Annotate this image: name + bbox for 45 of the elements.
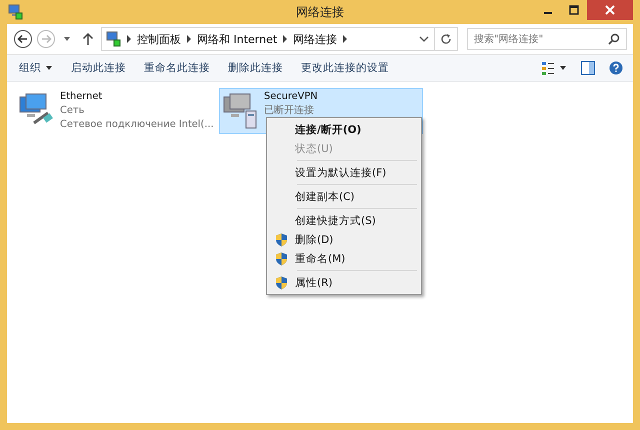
connection-name: Ethernet bbox=[60, 90, 102, 104]
breadcrumb[interactable]: 控制面板 bbox=[137, 32, 181, 46]
connection-name: SecureVPN bbox=[264, 90, 318, 104]
refresh-icon bbox=[440, 33, 452, 45]
help-icon bbox=[609, 61, 623, 75]
close-icon bbox=[605, 5, 615, 15]
chevron-icon bbox=[282, 35, 288, 43]
chevron-icon bbox=[126, 35, 132, 43]
chevron-icon bbox=[342, 35, 348, 43]
pane-icon bbox=[581, 61, 595, 75]
close-button[interactable] bbox=[587, 0, 633, 20]
view-list-icon bbox=[541, 61, 567, 75]
search-icon bbox=[608, 33, 620, 45]
network-server-icon bbox=[222, 93, 258, 129]
dropdown-icon[interactable] bbox=[419, 35, 429, 43]
connection-status: 已断开连接 bbox=[264, 104, 314, 118]
network-icon bbox=[105, 31, 121, 47]
breadcrumb[interactable]: 网络和 Internet bbox=[197, 32, 278, 46]
caret-icon bbox=[45, 65, 53, 71]
breadcrumb[interactable]: 网络连接 bbox=[293, 32, 338, 46]
connection-status: Сеть bbox=[60, 104, 84, 118]
maximize-icon bbox=[569, 5, 579, 15]
search-field[interactable]: 搜索"网络连接" bbox=[467, 28, 627, 50]
menu-item[interactable]: 设置为默认连接(F) bbox=[269, 163, 419, 182]
window-title: 网络连接 bbox=[295, 4, 345, 20]
menu-item[interactable]: 删除(D) bbox=[269, 230, 419, 249]
organize-button[interactable]: 组织 bbox=[11, 58, 61, 78]
connection-device: Сетевое подключение Intel(... bbox=[60, 118, 214, 132]
shield-icon bbox=[274, 252, 288, 266]
address-bar[interactable]: 控制面板 网络和 Internet 网络连接 bbox=[101, 27, 458, 51]
toolbar-button[interactable]: 删除此连接 bbox=[220, 58, 291, 78]
network-icon bbox=[7, 4, 23, 20]
toolbar-button[interactable]: 更改此连接的设置 bbox=[293, 58, 397, 78]
menu-item[interactable]: 创建副本(C) bbox=[269, 187, 419, 206]
back-button[interactable] bbox=[13, 29, 33, 49]
shield-icon bbox=[274, 232, 288, 246]
connection-item[interactable]: Ethernet Сеть Сетевое подключение Intel(... bbox=[15, 88, 219, 134]
toolbar-button[interactable]: 重命名此连接 bbox=[136, 58, 218, 78]
minimize-icon bbox=[544, 12, 552, 14]
menu-item[interactable]: 创建快捷方式(S) bbox=[269, 211, 419, 230]
chevron-icon bbox=[186, 35, 192, 43]
toolbar-button[interactable]: 启动此连接 bbox=[63, 58, 134, 78]
menu-item[interactable]: 属性(R) bbox=[269, 273, 419, 292]
shield-icon bbox=[274, 276, 288, 290]
menu-item[interactable]: 重命名(M) bbox=[269, 249, 419, 268]
